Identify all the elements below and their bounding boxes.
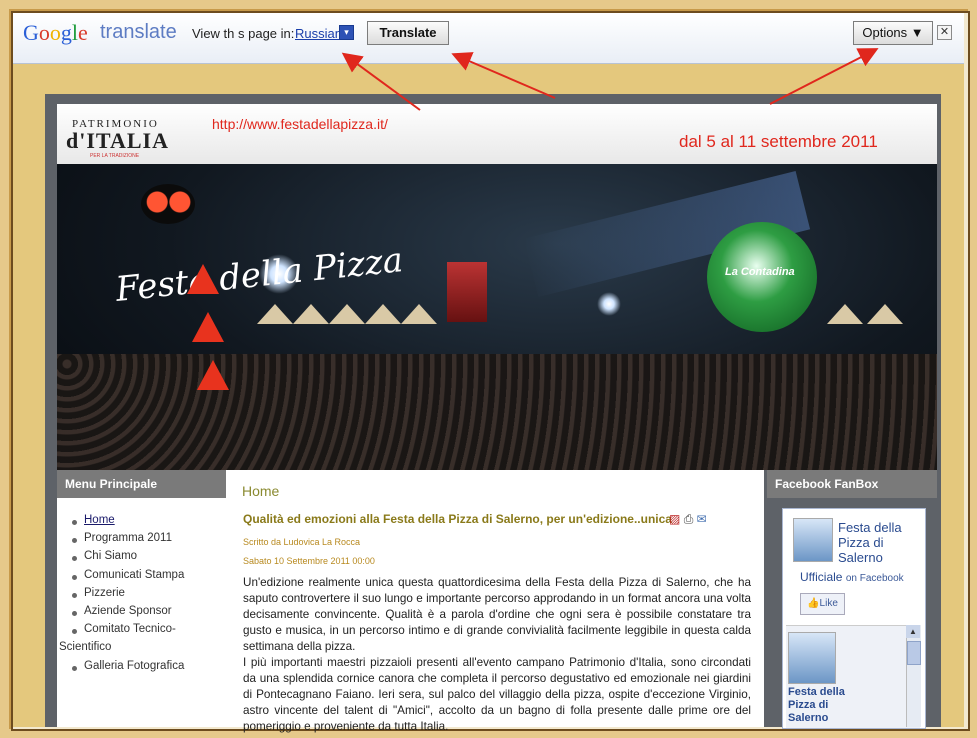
tent bbox=[401, 304, 437, 324]
breadcrumb[interactable]: Home bbox=[242, 483, 279, 499]
menu-item-chi-siamo[interactable]: Chi Siamo bbox=[65, 550, 223, 568]
tent bbox=[293, 304, 329, 324]
translate-product-label: translate bbox=[100, 21, 177, 43]
menu-item-comitato-cont[interactable]: Scientifico bbox=[55, 641, 223, 659]
article-actions: ▨ ⎙ ✉ bbox=[669, 512, 707, 527]
pizza-slice-icon bbox=[192, 312, 224, 342]
tent bbox=[365, 304, 401, 324]
site-logo-tagline: PER LA TRADIZIONE bbox=[90, 153, 140, 159]
view-page-label: View th s page in: bbox=[192, 26, 295, 41]
thumbs-up-icon: 👍 bbox=[807, 598, 820, 609]
site-url-annotation: http://www.festadellapizza.it/ bbox=[212, 116, 388, 132]
menu-item-comitato[interactable]: Comitato Tecnico- bbox=[65, 623, 223, 641]
options-button[interactable]: Options ▼ bbox=[853, 21, 933, 45]
close-icon[interactable]: ✕ bbox=[937, 25, 952, 40]
tent bbox=[827, 304, 863, 324]
article-title[interactable]: Qualità ed emozioni alla Festa della Piz… bbox=[243, 512, 672, 526]
scroll-up-icon[interactable]: ▲ bbox=[906, 625, 920, 638]
logo-letter: g bbox=[60, 20, 72, 45]
pdf-icon[interactable]: ▨ bbox=[669, 512, 680, 526]
article-paragraph: I più importanti maestri pizzaioli prese… bbox=[243, 656, 751, 733]
facebook-page-name[interactable]: Festa della Pizza di Salerno bbox=[838, 520, 920, 565]
facebook-post-title[interactable]: Festa della Pizza di Salerno bbox=[788, 686, 868, 725]
event-dates: dal 5 al 11 settembre 2011 bbox=[679, 132, 878, 151]
article-paragraph: Un'edizione realmente unica questa quatt… bbox=[243, 576, 751, 653]
menu-heading: Menu Principale bbox=[57, 470, 226, 498]
logo-letter: o bbox=[38, 20, 50, 45]
chevron-down-icon[interactable]: ▾ bbox=[339, 25, 354, 40]
facebook-heading: Facebook FanBox bbox=[767, 470, 937, 498]
facebook-page-line: Ufficiale on Facebook bbox=[800, 570, 904, 584]
like-button[interactable]: 👍Like bbox=[800, 593, 845, 615]
site-logo-main[interactable]: d'ITALIA bbox=[66, 128, 169, 154]
hero-banner: La Contadina Festa della Pizza bbox=[57, 164, 937, 470]
logo-letter: o bbox=[49, 20, 61, 45]
page-thumbnail[interactable] bbox=[793, 518, 833, 562]
sponsor-balloon: La Contadina bbox=[707, 222, 817, 332]
article-body: Un'edizione realmente unica questa quatt… bbox=[243, 575, 751, 735]
tent bbox=[257, 304, 293, 324]
crowd bbox=[57, 354, 937, 470]
menu-item-pizzerie[interactable]: Pizzerie bbox=[65, 587, 223, 605]
post-thumbnail[interactable] bbox=[788, 632, 836, 684]
menu-item-programma[interactable]: Programma 2011 bbox=[65, 532, 223, 550]
language-select[interactable]: Russian bbox=[295, 26, 342, 41]
pizza-slice-icon bbox=[187, 264, 219, 294]
logo-letter: e bbox=[78, 20, 88, 45]
menu-list: Home Programma 2011 Chi Siamo Comunicati… bbox=[59, 514, 223, 678]
on-facebook-link[interactable]: on Facebook bbox=[846, 573, 904, 584]
pizza-slice-icon bbox=[197, 360, 229, 390]
stage-light bbox=[597, 292, 621, 316]
menu-item-galleria[interactable]: Galleria Fotografica bbox=[65, 660, 223, 678]
menu-item-comunicati[interactable]: Comunicati Stampa bbox=[65, 569, 223, 587]
pizza-mascot-icon bbox=[141, 184, 195, 224]
festa-logo: Festa della Pizza bbox=[113, 240, 405, 310]
menu-item-home[interactable]: Home bbox=[65, 514, 223, 532]
translate-button[interactable]: Translate bbox=[367, 21, 449, 45]
email-icon[interactable]: ✉ bbox=[697, 512, 707, 526]
facebook-page-name-last[interactable]: Ufficiale bbox=[800, 570, 842, 584]
google-logo: Google bbox=[23, 20, 88, 46]
tent bbox=[329, 304, 365, 324]
like-label: Like bbox=[819, 598, 838, 609]
video-screen bbox=[447, 262, 487, 322]
tent bbox=[867, 304, 903, 324]
article-author: Scritto da Ludovica La Rocca bbox=[243, 537, 361, 547]
print-icon[interactable]: ⎙ bbox=[684, 512, 694, 526]
scrollbar-thumb[interactable] bbox=[907, 641, 921, 665]
balloon-label: La Contadina bbox=[725, 266, 795, 278]
logo-letter: G bbox=[23, 20, 39, 45]
article-date: Sabato 10 Settembre 2011 00:00 bbox=[243, 556, 375, 566]
menu-item-aziende[interactable]: Aziende Sponsor bbox=[65, 605, 223, 623]
